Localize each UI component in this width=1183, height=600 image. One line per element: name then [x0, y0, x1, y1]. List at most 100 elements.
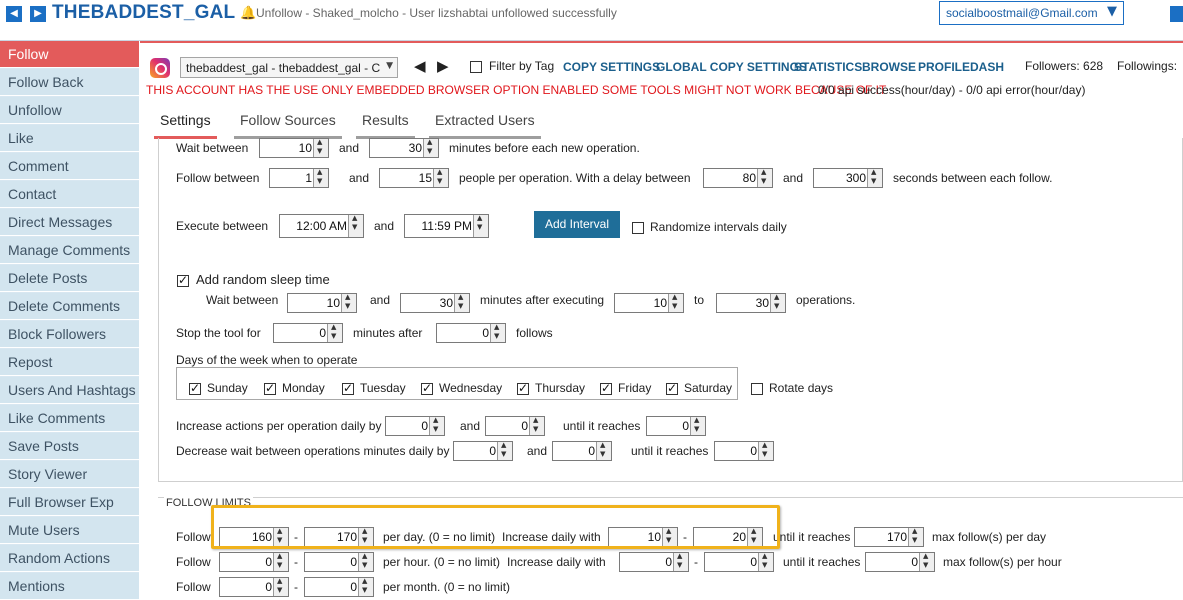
sleep-min-stepper[interactable]: 10 [287, 293, 357, 313]
per-hour-min-stepper[interactable]: 0 [219, 552, 289, 572]
stepper-arrows-icon[interactable] [668, 293, 683, 312]
minimize-icon[interactable] [1170, 6, 1183, 22]
wait-min-stepper[interactable]: 10 [259, 138, 329, 158]
increase-c-stepper[interactable]: 0 [646, 416, 706, 436]
saturday-checkbox[interactable] [666, 381, 678, 395]
ops-min-stepper[interactable]: 10 [614, 293, 684, 313]
add-interval-button[interactable]: Add Interval [534, 211, 620, 238]
filter-by-tag-checkbox[interactable] [470, 61, 482, 73]
stepper-arrows-icon[interactable] [341, 293, 356, 312]
stepper-arrows-icon[interactable] [327, 323, 342, 342]
wait-max-stepper[interactable]: 30 [369, 138, 439, 158]
global-copy-settings-link[interactable]: GLOBAL COPY SETTINGS [656, 60, 807, 74]
sidebar-item-save-posts[interactable]: Save Posts [0, 433, 139, 460]
follow-min-stepper[interactable]: 1 [269, 168, 329, 188]
sidebar-item-follow-back[interactable]: Follow Back [0, 69, 139, 96]
statistics-link[interactable]: STATISTICS [794, 60, 862, 74]
stepper-arrows-icon[interactable] [433, 168, 448, 187]
copy-settings-link[interactable]: COPY SETTINGS [563, 60, 660, 74]
sidebar-item-direct-messages[interactable]: Direct Messages [0, 209, 139, 236]
stepper-arrows-icon[interactable] [358, 577, 373, 596]
sidebar-item-mentions[interactable]: Mentions [0, 573, 139, 600]
stepper-arrows-icon[interactable] [273, 577, 288, 596]
browse-link[interactable]: BROWSE [862, 60, 916, 74]
decrease-b-stepper[interactable]: 0 [552, 441, 612, 461]
sidebar-item-random-actions[interactable]: Random Actions [0, 545, 139, 572]
per-hour-max-stepper[interactable]: 0 [304, 552, 374, 572]
stepper-arrows-icon[interactable] [473, 214, 488, 237]
max-per-day-stepper[interactable]: 170 [854, 527, 924, 547]
stepper-arrows-icon[interactable] [348, 214, 363, 237]
forward-arrow-icon[interactable]: ▶ [30, 6, 46, 22]
stepper-arrows-icon[interactable] [313, 138, 328, 157]
hourly-increase-min-stepper[interactable]: 0 [619, 552, 689, 572]
stepper-arrows-icon[interactable] [529, 416, 544, 435]
sidebar-item-users-and-hashtags[interactable]: Users And Hashtags [0, 377, 139, 404]
max-per-hour-stepper[interactable]: 0 [865, 552, 935, 572]
sidebar-item-mute-users[interactable]: Mute Users [0, 517, 139, 544]
sidebar-item-delete-comments[interactable]: Delete Comments [0, 293, 139, 320]
tuesday-checkbox[interactable] [342, 381, 354, 395]
stepper-arrows-icon[interactable] [497, 441, 512, 460]
stop-follows-stepper[interactable]: 0 [436, 323, 506, 343]
sidebar-item-block-followers[interactable]: Block Followers [0, 321, 139, 348]
sidebar-item-full-browser-exp[interactable]: Full Browser Exp [0, 489, 139, 516]
stepper-arrows-icon[interactable] [770, 293, 785, 312]
decrease-c-stepper[interactable]: 0 [714, 441, 774, 461]
sunday-checkbox[interactable] [189, 381, 201, 395]
sidebar-item-delete-posts[interactable]: Delete Posts [0, 265, 139, 292]
tab-follow-sources[interactable]: Follow Sources [234, 112, 342, 139]
stepper-arrows-icon[interactable] [690, 416, 705, 435]
sidebar-item-contact[interactable]: Contact [0, 181, 139, 208]
follow-max-stepper[interactable]: 15 [379, 168, 449, 188]
stepper-arrows-icon[interactable] [908, 527, 923, 546]
stepper-arrows-icon[interactable] [358, 552, 373, 571]
thursday-checkbox[interactable] [517, 381, 529, 395]
stepper-arrows-icon[interactable] [757, 168, 772, 187]
account-dropdown[interactable]: thebaddest_gal - thebaddest_gal - C ▼ [180, 57, 398, 78]
stepper-arrows-icon[interactable] [273, 552, 288, 571]
sidebar-item-manage-comments[interactable]: Manage Comments [0, 237, 139, 264]
stepper-arrows-icon[interactable] [673, 552, 688, 571]
next-account-icon[interactable]: ▶ [437, 57, 449, 75]
sidebar-item-repost[interactable]: Repost [0, 349, 139, 376]
stepper-arrows-icon[interactable] [454, 293, 469, 312]
stepper-arrows-icon[interactable] [758, 441, 773, 460]
stepper-arrows-icon[interactable] [490, 323, 505, 342]
sleep-max-stepper[interactable]: 30 [400, 293, 470, 313]
dash-link[interactable]: DASH [970, 60, 1004, 74]
delay-min-stepper[interactable]: 80 [703, 168, 773, 188]
sidebar-item-like[interactable]: Like [0, 125, 139, 152]
increase-b-stepper[interactable]: 0 [485, 416, 545, 436]
account-email-dropdown[interactable]: socialboostmail@Gmail.com ▼ [939, 1, 1124, 25]
profile-link[interactable]: PROFILE [918, 60, 970, 74]
sidebar-item-story-viewer[interactable]: Story Viewer [0, 461, 139, 488]
rotate-days-checkbox[interactable] [751, 383, 763, 395]
execute-end-time[interactable]: 11:59 PM [404, 214, 489, 238]
prev-account-icon[interactable]: ◀ [414, 57, 426, 75]
wednesday-checkbox[interactable] [421, 381, 433, 395]
hourly-increase-max-stepper[interactable]: 0 [704, 552, 774, 572]
sidebar-item-follow[interactable]: Follow [0, 41, 139, 68]
sidebar-item-unfollow[interactable]: Unfollow [0, 97, 139, 124]
decrease-a-stepper[interactable]: 0 [453, 441, 513, 461]
per-month-max-stepper[interactable]: 0 [304, 577, 374, 597]
stepper-arrows-icon[interactable] [596, 441, 611, 460]
tab-extracted-users[interactable]: Extracted Users [429, 112, 541, 139]
tab-settings[interactable]: Settings [154, 112, 217, 139]
monday-checkbox[interactable] [264, 381, 276, 395]
sidebar-item-comment[interactable]: Comment [0, 153, 139, 180]
stepper-arrows-icon[interactable] [429, 416, 444, 435]
sidebar-item-like-comments[interactable]: Like Comments [0, 405, 139, 432]
increase-a-stepper[interactable]: 0 [385, 416, 445, 436]
random-sleep-checkbox[interactable] [177, 273, 189, 287]
stepper-arrows-icon[interactable] [867, 168, 882, 187]
ops-max-stepper[interactable]: 30 [716, 293, 786, 313]
friday-checkbox[interactable] [600, 381, 612, 395]
back-arrow-icon[interactable]: ◀ [6, 6, 22, 22]
execute-start-time[interactable]: 12:00 AM [279, 214, 364, 238]
delay-max-stepper[interactable]: 300 [813, 168, 883, 188]
stepper-arrows-icon[interactable] [313, 168, 328, 187]
tab-results[interactable]: Results [356, 112, 415, 139]
stop-minutes-stepper[interactable]: 0 [273, 323, 343, 343]
